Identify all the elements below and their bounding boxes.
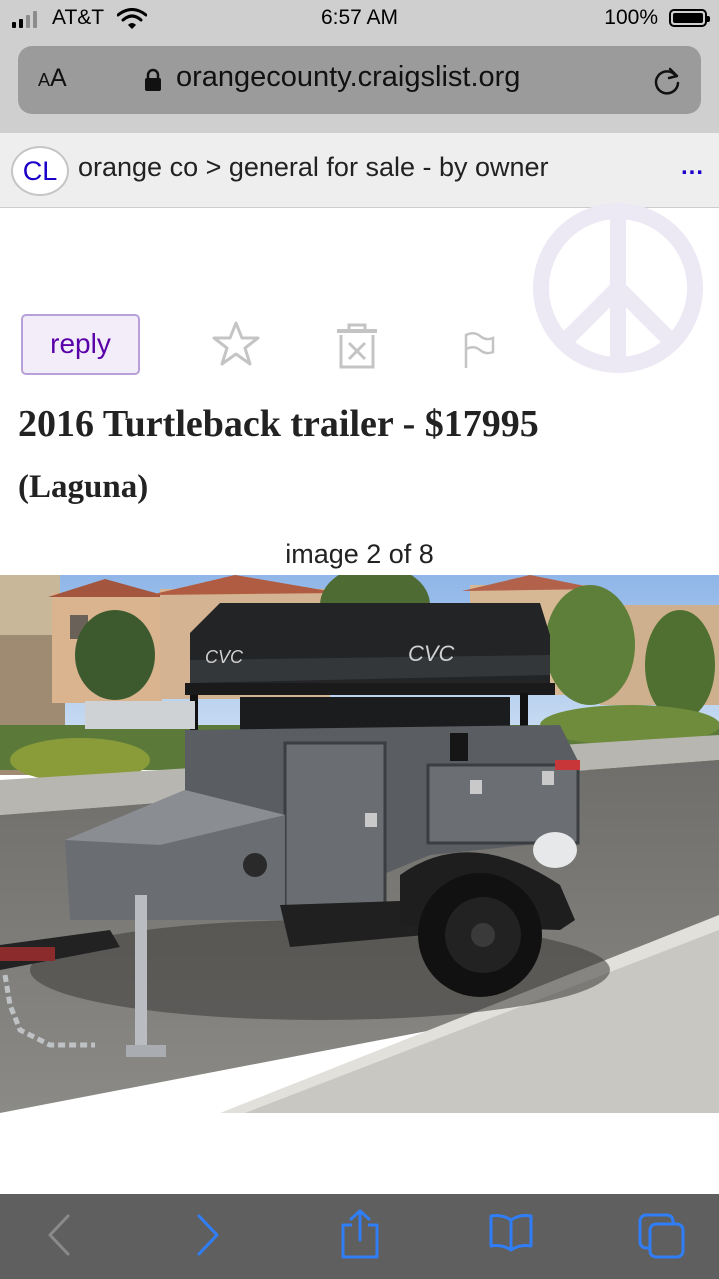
bookmarks-icon[interactable]: [488, 1212, 534, 1252]
more-menu-button[interactable]: ...: [681, 153, 704, 181]
lock-icon: [145, 68, 161, 91]
share-icon[interactable]: [338, 1208, 382, 1260]
peace-watermark-icon: [533, 203, 703, 373]
flag-icon[interactable]: [462, 330, 498, 370]
back-icon[interactable]: [46, 1212, 72, 1258]
favorite-star-icon[interactable]: [211, 320, 261, 366]
posting-title: 2016 Turtleback trailer - $17995: [18, 403, 539, 445]
listing-photo[interactable]: CVC CVC: [0, 575, 719, 1113]
tent-logo-right: CVC: [408, 641, 455, 666]
tent-logo-left: CVC: [205, 647, 244, 667]
battery-percent: 100%: [604, 6, 658, 29]
browser-toolbar: [0, 1194, 719, 1279]
browser-chrome: AT&T 6:57 AM 100% AA orangecounty.craigs…: [0, 0, 719, 133]
hide-trash-icon[interactable]: [334, 323, 380, 371]
image-counter: image 2 of 8: [285, 539, 434, 569]
text-size-button[interactable]: AA: [38, 64, 67, 93]
site-header: CL orange co > general for sale - by own…: [0, 133, 719, 208]
url-text[interactable]: orangecounty.craigslist.org: [176, 61, 520, 94]
tabs-icon[interactable]: [637, 1212, 687, 1260]
battery-icon: [669, 9, 710, 27]
status-bar: AT&T 6:57 AM 100%: [0, 0, 719, 40]
reply-button[interactable]: reply: [21, 314, 140, 375]
address-bar[interactable]: AA orangecounty.craigslist.org: [18, 46, 701, 114]
breadcrumb[interactable]: orange co > general for sale - by owner: [78, 152, 549, 183]
reload-icon[interactable]: [651, 65, 683, 97]
trailer-photo-image[interactable]: CVC CVC: [0, 575, 719, 1113]
posting-location: (Laguna): [18, 469, 149, 505]
forward-icon[interactable]: [195, 1212, 221, 1258]
craigslist-logo[interactable]: CL: [11, 146, 69, 196]
